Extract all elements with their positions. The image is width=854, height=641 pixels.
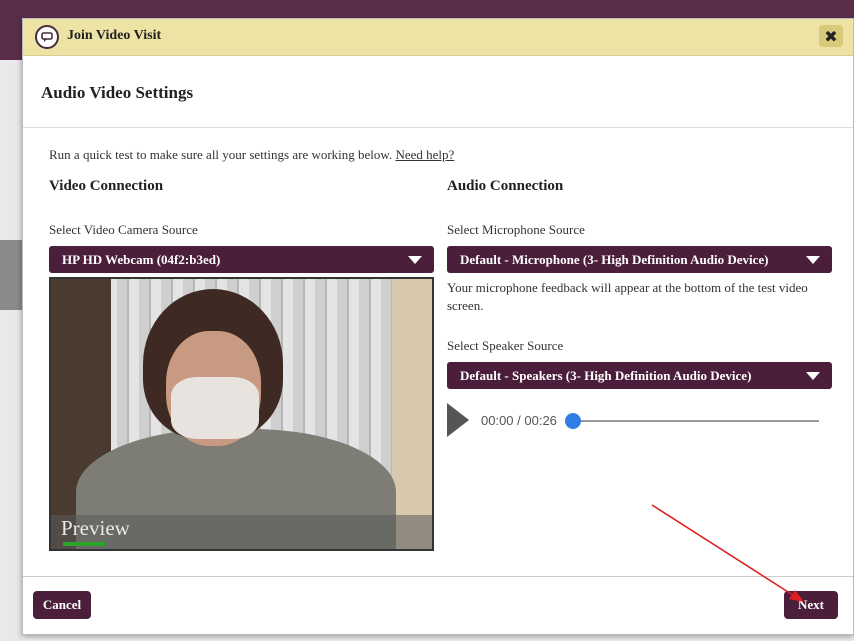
- audio-connection-section: Audio Connection Select Microphone Sourc…: [447, 174, 832, 439]
- next-button[interactable]: Next: [784, 591, 838, 619]
- player-time: 00:00 / 00:26: [481, 413, 557, 428]
- mic-level-indicator: [63, 542, 105, 546]
- background-stripe: [0, 240, 22, 310]
- audio-test-player: 00:00 / 00:26: [447, 403, 832, 439]
- player-track[interactable]: [573, 420, 819, 422]
- speaker-source-select[interactable]: Default - Speakers (3- High Definition A…: [447, 362, 832, 389]
- chat-bubble-icon: [35, 25, 59, 49]
- cancel-button[interactable]: Cancel: [33, 591, 91, 619]
- camera-source-value: HP HD Webcam (04f2:b3ed): [62, 251, 221, 267]
- page-title: Audio Video Settings: [41, 83, 194, 102]
- microphone-note: Your microphone feedback will appear at …: [447, 280, 808, 313]
- video-connection-title: Video Connection: [49, 178, 164, 194]
- caret-down-icon: [408, 256, 422, 264]
- video-connection-section: Video Connection Select Video Camera Sou…: [49, 174, 434, 551]
- microphone-source-value: Default - Microphone (3- High Definition…: [460, 251, 769, 267]
- intro-text: Run a quick test to make sure all your s…: [49, 147, 455, 162]
- camera-source-select[interactable]: HP HD Webcam (04f2:b3ed): [49, 246, 434, 273]
- player-slider-thumb[interactable]: [565, 413, 581, 429]
- caret-down-icon: [806, 256, 820, 264]
- join-video-visit-dialog: Join Video Visit ✖ Audio Video Settings …: [22, 18, 854, 635]
- need-help-link[interactable]: Need help?: [395, 147, 454, 162]
- caret-down-icon: [806, 372, 820, 380]
- preview-label: Preview: [61, 516, 130, 540]
- dialog-titlebar: Join Video Visit ✖: [23, 19, 853, 56]
- face-mask: [171, 377, 259, 439]
- speaker-source-label: Select Speaker Source: [447, 338, 564, 353]
- microphone-source-select[interactable]: Default - Microphone (3- High Definition…: [447, 246, 832, 273]
- microphone-source-label: Select Microphone Source: [447, 222, 585, 237]
- camera-source-label: Select Video Camera Source: [49, 222, 198, 237]
- audio-connection-title: Audio Connection: [447, 178, 564, 194]
- speaker-source-value: Default - Speakers (3- High Definition A…: [460, 367, 752, 383]
- close-button[interactable]: ✖: [819, 25, 843, 47]
- dialog-title: Join Video Visit: [67, 28, 162, 43]
- video-preview: Preview: [49, 277, 434, 551]
- close-x-icon: ✖: [824, 26, 838, 46]
- divider: [23, 127, 853, 128]
- play-icon[interactable]: [447, 403, 469, 437]
- background-page-left: [0, 60, 22, 641]
- footer-divider: [23, 576, 853, 577]
